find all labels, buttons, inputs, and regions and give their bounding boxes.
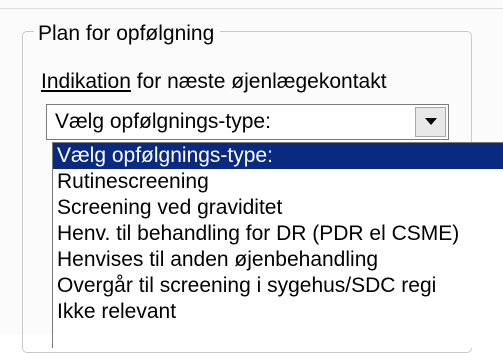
indication-label: Indikation for næste øjenlægekontakt	[41, 70, 387, 94]
dropdown-option-pregnancy-screening[interactable]: Screening ved graviditet	[53, 195, 503, 221]
groupbox-title: Plan for opfølgning	[34, 22, 221, 46]
followup-type-dropdown-list[interactable]: Vælg opfølgnings-type: Rutinescreening S…	[52, 142, 503, 348]
dropdown-option-routine-screening[interactable]: Rutinescreening	[53, 169, 503, 195]
combobox-selected-value: Vælg opfølgnings-type:	[55, 110, 271, 133]
chevron-down-icon	[425, 118, 437, 125]
followup-type-combobox[interactable]: Vælg opfølgnings-type:	[46, 104, 449, 140]
combobox-dropdown-button[interactable]	[415, 107, 446, 137]
indication-label-text: for næste øjenlægekontakt	[130, 70, 387, 93]
dropdown-option-dr-treatment-referral[interactable]: Henv. til behandling for DR (PDR el CSME…	[53, 221, 503, 247]
dropdown-option-not-relevant[interactable]: Ikke relevant	[53, 299, 503, 325]
dropdown-option-select-type[interactable]: Vælg opfølgnings-type:	[53, 143, 503, 169]
dropdown-option-other-eye-treatment[interactable]: Henvises til anden øjenbehandling	[53, 247, 503, 273]
indication-label-mnemonic: Indikation	[41, 70, 131, 93]
top-divider	[0, 8, 503, 9]
dropdown-option-hospital-screening[interactable]: Overgår til screening i sygehus/SDC regi	[53, 273, 503, 299]
